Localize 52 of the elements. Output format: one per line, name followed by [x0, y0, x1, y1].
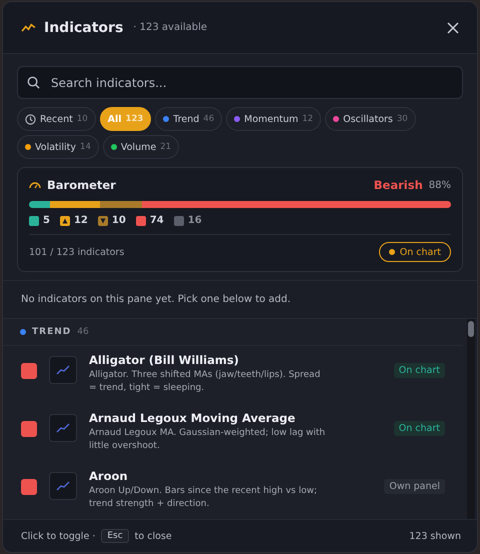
- bull-swatch: [29, 216, 39, 226]
- indicator-summary: 101 / 123 indicators: [29, 246, 124, 258]
- close-icon[interactable]: [447, 22, 459, 34]
- gauge-icon: [29, 181, 41, 189]
- filter-chip[interactable]: Volatility 14: [17, 135, 99, 159]
- available-count: · 123 available: [133, 22, 208, 33]
- barometer-title: Barometer: [47, 178, 116, 192]
- indicator-name: Aroon: [89, 469, 129, 483]
- footer-hint: Click to toggle ·: [21, 530, 96, 542]
- indicator-description: Alligator. Three shifted MAs (jaw/teeth/lips). Spread = trend, tight = sleeping.: [89, 369, 322, 395]
- scrollbar[interactable]: [467, 319, 475, 519]
- indicator-checkbox[interactable]: [21, 421, 37, 437]
- indicator-checkbox[interactable]: [21, 479, 37, 495]
- shown-count: 123 shown: [409, 530, 461, 542]
- bull-weak-swatch: [60, 216, 70, 226]
- footer-hint: to close: [134, 530, 172, 542]
- trend-line-icon: [21, 22, 36, 33]
- search-field[interactable]: Search indicators...: [17, 66, 463, 99]
- filter-chip[interactable]: Recent 10: [17, 107, 96, 131]
- bear-swatch: [136, 216, 146, 226]
- section-count: 46: [77, 327, 89, 337]
- bear-weak-swatch: [98, 216, 108, 226]
- indicator-name: Alligator (Bill Williams): [89, 353, 240, 367]
- legend-count: 12: [74, 215, 88, 226]
- key-cap: Esc: [101, 529, 129, 543]
- placement-tag: On chart: [394, 421, 445, 436]
- placement-tag: Own panel: [384, 479, 445, 494]
- legend-count: 5: [43, 215, 50, 226]
- indicator-description: Aroon Up/Down. Bars since the recent high vs low; trend strength + direction.: [89, 485, 318, 511]
- search-icon: [27, 76, 40, 89]
- filter-chip[interactable]: Volume 21: [102, 135, 180, 159]
- legend-count: 74: [150, 215, 164, 226]
- verdict-label: Bearish: [374, 178, 423, 192]
- verdict-percent: 88%: [428, 180, 451, 190]
- scope-toggle[interactable]: On chart: [378, 242, 451, 262]
- section-heading: TREND: [32, 327, 72, 337]
- placement-tag: On chart: [394, 363, 445, 378]
- filter-chip[interactable]: Oscillators 30: [325, 107, 416, 131]
- line-chart-icon: [49, 356, 77, 384]
- filter-chip[interactable]: Trend 46: [155, 107, 222, 131]
- line-chart-icon: [49, 414, 77, 442]
- clock-icon: [25, 114, 36, 124]
- neutral-swatch: [174, 216, 184, 226]
- indicator-checkbox[interactable]: [21, 363, 37, 379]
- line-chart-icon: [49, 472, 77, 500]
- legend-count: 10: [112, 215, 126, 226]
- legend-count: 16: [188, 215, 202, 226]
- indicator-description: Arnaud Legoux MA. Gaussian-weighted; low lag with little overshoot.: [89, 427, 326, 453]
- filter-chip[interactable]: Momentum 12: [226, 107, 322, 131]
- dialog-title: Indicators: [44, 20, 124, 36]
- empty-message: No indicators on this pane yet. Pick one below to add.: [3, 280, 477, 319]
- indicator-name: Arnaud Legoux Moving Average: [89, 411, 296, 425]
